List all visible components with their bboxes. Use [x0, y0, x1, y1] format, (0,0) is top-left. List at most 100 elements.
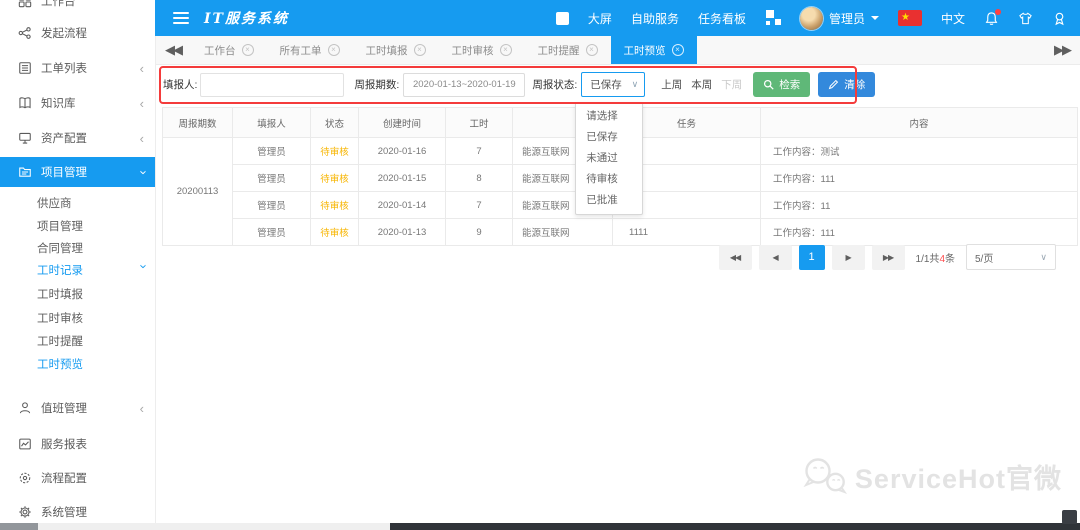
nav-task-board[interactable]: 任务看板 [698, 10, 746, 27]
sidebar-item-label: 值班管理 [41, 400, 87, 416]
fullscreen-icon[interactable] [556, 12, 569, 25]
sidebar-item-process-config[interactable]: 流程配置 [0, 465, 155, 491]
flow-share-icon [18, 26, 32, 40]
sidebar-item-system-management[interactable]: 系统管理 [0, 499, 155, 525]
watermark: ServiceHot官微 [801, 456, 1062, 496]
sidebar-item-asset-config[interactable]: 资产配置 ‹ [0, 125, 155, 151]
tab-workbench[interactable]: 工作台× [191, 36, 267, 64]
status-badge: 待审核 [311, 138, 359, 165]
sidebar-item-label: 流程配置 [41, 470, 87, 486]
monitor-icon [18, 131, 32, 145]
reporter-input[interactable] [200, 73, 344, 97]
medal-icon[interactable] [1052, 11, 1067, 26]
sidebar-item-label: 发起流程 [41, 25, 87, 41]
status-dropdown: 请选择 已保存 未通过 待审核 已批准 [575, 102, 643, 215]
sidebar-item-label: 工作台 [41, 0, 76, 9]
sidebar-item-label: 服务报表 [41, 436, 87, 452]
sidebar-item-ticket-list[interactable]: 工单列表 ‹ [0, 55, 155, 81]
process-cycle-icon [18, 471, 32, 485]
tab-time-preview[interactable]: 工时预览× [611, 36, 697, 64]
notification-dot [995, 9, 1001, 15]
chevron-left-icon: ‹ [140, 132, 144, 145]
close-icon[interactable]: × [414, 44, 426, 56]
china-flag-icon[interactable]: ★ [898, 10, 922, 26]
sidebar-subitem-contract-management[interactable]: 合同管理 [0, 238, 155, 260]
search-button[interactable]: 检索 [753, 72, 810, 97]
sidebar-subitem-time-fill[interactable]: 工时填报 [0, 284, 155, 306]
chevron-left-icon: ‹ [140, 402, 144, 415]
tabs-scroll-left-icon[interactable]: ◀◀ [155, 42, 191, 58]
sidebar-item-start-process[interactable]: 发起流程 [0, 20, 155, 46]
bell-icon[interactable] [984, 11, 999, 26]
taskbar-strip-left [0, 523, 38, 530]
next-week-link: 下周 [721, 77, 742, 92]
language-switch[interactable]: 中文 [941, 10, 965, 27]
corner-widget [1062, 510, 1077, 524]
chevron-left-icon: ‹ [140, 62, 144, 75]
folder-icon [18, 165, 32, 179]
last-page-button[interactable]: ▶▶ [872, 245, 905, 270]
page-size-select[interactable]: 5/页 ∨ [966, 244, 1056, 270]
period-range-input[interactable] [403, 73, 525, 97]
chart-report-icon [18, 437, 32, 451]
sidebar-item-label: 系统管理 [41, 504, 87, 520]
user-menu[interactable]: 管理员 [800, 7, 879, 30]
dropdown-option[interactable]: 未通过 [576, 148, 642, 169]
period-group-cell: 20200113 [163, 138, 233, 246]
current-page[interactable]: 1 [799, 245, 825, 270]
tiles-apps-icon[interactable] [765, 10, 781, 26]
close-icon[interactable]: × [586, 44, 598, 56]
taskbar-strip-right [390, 523, 1080, 530]
nav-big-screen[interactable]: 大屏 [588, 10, 612, 27]
close-icon[interactable]: × [328, 44, 340, 56]
pagination: ◀◀ ◀ 1 ▶ ▶▶ 1/1共4条 5/页 ∨ [719, 244, 1056, 270]
last-week-link[interactable]: 上周 [661, 77, 682, 92]
tab-time-fill[interactable]: 工时填报× [353, 36, 439, 64]
sidebar-item-knowledge-base[interactable]: 知识库 ‹ [0, 90, 155, 116]
close-icon[interactable]: × [672, 44, 684, 56]
prev-page-button[interactable]: ◀ [759, 245, 792, 270]
dropdown-option[interactable]: 已保存 [576, 127, 642, 148]
pencil-icon [828, 79, 839, 90]
hamburger-menu-icon[interactable] [173, 12, 189, 24]
search-icon [763, 79, 774, 90]
sidebar-subitem-supplier[interactable]: 供应商 [0, 193, 155, 215]
sidebar-item-duty-management[interactable]: 值班管理 ‹ [0, 395, 155, 421]
col-period: 周报期数 [163, 108, 233, 138]
tab-time-review[interactable]: 工时审核× [439, 36, 525, 64]
person-icon [18, 401, 32, 415]
tab-time-reminder[interactable]: 工时提醒× [525, 36, 611, 64]
clear-button[interactable]: 清除 [818, 72, 875, 97]
nav-self-service[interactable]: 自助服务 [631, 10, 679, 27]
next-page-button[interactable]: ▶ [832, 245, 865, 270]
wechat-icon [801, 456, 849, 496]
sidebar-subitem-project-management[interactable]: 项目管理 [0, 216, 155, 238]
sidebar-subitem-time-review[interactable]: 工时审核 [0, 308, 155, 330]
table-row[interactable]: 管理员 待审核 2020-01-13 9 能源互联网 1111 工作内容：111 [163, 219, 1078, 246]
shirt-theme-icon[interactable] [1018, 11, 1033, 26]
first-page-button[interactable]: ◀◀ [719, 245, 752, 270]
dropdown-option[interactable]: 待审核 [576, 169, 642, 190]
taskbar-strip-middle [38, 523, 390, 530]
tab-all-tickets[interactable]: 所有工单× [267, 36, 353, 64]
dropdown-option[interactable]: 请选择 [576, 106, 642, 127]
sidebar-item-project-management[interactable]: 项目管理 ‹ [0, 157, 155, 187]
chevron-down-icon: ‹ [135, 264, 148, 268]
chevron-down-icon: ‹ [135, 170, 148, 174]
dropdown-option[interactable]: 已批准 [576, 190, 642, 211]
col-hours: 工时 [446, 108, 513, 138]
sidebar-subitem-time-preview[interactable]: 工时预览 [0, 354, 155, 376]
close-icon[interactable]: × [242, 44, 254, 56]
status-select[interactable]: 已保存 ∨ 请选择 已保存 未通过 待审核 已批准 [581, 72, 645, 97]
status-badge: 待审核 [311, 219, 359, 246]
sidebar-subitem-time-records[interactable]: 工时记录 ‹ [0, 260, 155, 282]
close-icon[interactable]: × [500, 44, 512, 56]
chevron-down-icon: ∨ [632, 79, 639, 90]
app-header: IT服务系统 大屏 自助服务 任务看板 管理员 ★ 中文 [155, 0, 1080, 36]
sidebar-item-service-reports[interactable]: 服务报表 [0, 431, 155, 457]
sidebar-item-workbench[interactable]: 工作台 [0, 0, 155, 14]
this-week-link[interactable]: 本周 [691, 77, 712, 92]
col-reporter: 填报人 [233, 108, 311, 138]
tabs-scroll-right-icon[interactable]: ▶▶ [1044, 42, 1080, 58]
sidebar-subitem-time-reminder[interactable]: 工时提醒 [0, 331, 155, 353]
